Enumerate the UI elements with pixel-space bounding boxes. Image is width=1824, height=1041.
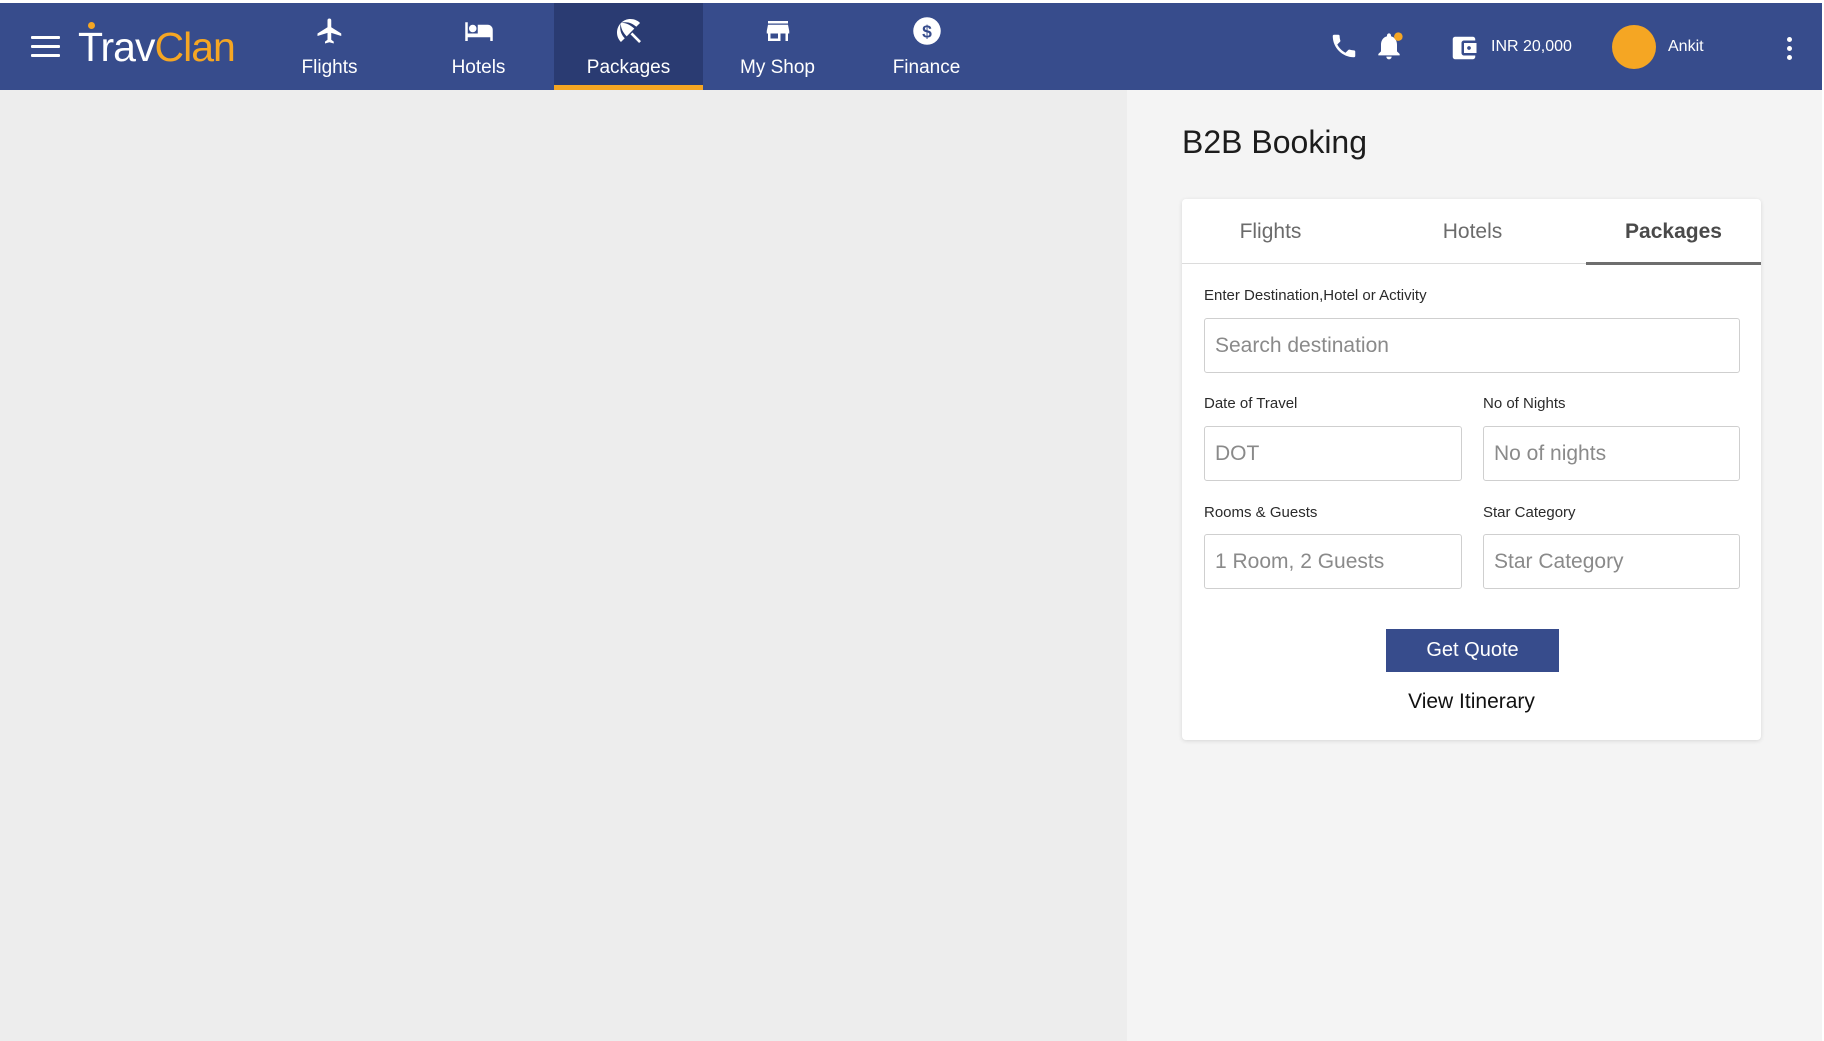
date-of-travel-input[interactable] xyxy=(1204,426,1462,481)
destination-search-input[interactable] xyxy=(1204,318,1740,373)
star-category-input[interactable] xyxy=(1483,534,1740,589)
wallet-icon[interactable] xyxy=(1449,33,1479,68)
booking-tab-flights[interactable]: Flights xyxy=(1182,199,1359,264)
phone-icon[interactable] xyxy=(1329,31,1359,66)
get-quote-button[interactable]: Get Quote xyxy=(1386,629,1559,672)
map-placeholder-panel xyxy=(0,90,1127,1041)
nav-tab-my-shop[interactable]: My Shop xyxy=(703,3,852,90)
page-title: B2B Booking xyxy=(1182,124,1368,160)
destination-label: Enter Destination,Hotel or Activity xyxy=(1204,287,1427,304)
travclan-logo[interactable]: Trav Clan xyxy=(78,21,236,71)
booking-card: Flights Hotels Packages Enter Destinatio… xyxy=(1182,199,1761,740)
nav-tab-label: Finance xyxy=(892,57,961,78)
nav-tab-hotels[interactable]: Hotels xyxy=(404,3,553,90)
rooms-guests-input[interactable] xyxy=(1204,534,1462,589)
nav-tab-flights[interactable]: Flights xyxy=(255,3,404,90)
rooms-guests-label: Rooms & Guests xyxy=(1204,504,1318,521)
nav-tab-packages[interactable]: Packages xyxy=(554,3,703,90)
logo-text-clan: Clan xyxy=(154,24,235,70)
svg-text:$: $ xyxy=(922,21,932,41)
airplane-icon xyxy=(313,14,347,48)
wallet-balance[interactable]: INR 20,000 xyxy=(1491,38,1572,56)
star-category-label: Star Category xyxy=(1483,504,1576,521)
user-avatar[interactable] xyxy=(1612,25,1656,69)
booking-tab-hotels[interactable]: Hotels xyxy=(1359,199,1586,264)
bed-icon xyxy=(462,14,496,48)
nights-label: No of Nights xyxy=(1483,395,1566,412)
date-of-travel-label: Date of Travel xyxy=(1204,395,1298,412)
logo-text-trav: Trav xyxy=(78,22,155,70)
booking-tabs: Flights Hotels Packages xyxy=(1182,199,1761,265)
booking-tab-packages[interactable]: Packages xyxy=(1586,199,1761,265)
nav-tab-finance[interactable]: $ Finance xyxy=(852,3,1001,90)
view-itinerary-link[interactable]: View Itinerary xyxy=(1182,690,1761,714)
nights-input[interactable] xyxy=(1483,426,1740,481)
dollar-circle-icon: $ xyxy=(910,14,944,48)
beach-umbrella-icon xyxy=(612,14,646,48)
storefront-icon xyxy=(761,14,795,48)
notification-bell-icon[interactable] xyxy=(1373,30,1405,67)
nav-tab-label: Packages xyxy=(586,57,671,78)
user-name[interactable]: Ankit xyxy=(1668,38,1704,56)
nav-tab-label: Hotels xyxy=(451,57,506,78)
top-navbar: Trav Clan Flights Hotels Packages My Shop… xyxy=(0,3,1824,90)
hamburger-menu-icon[interactable] xyxy=(31,36,60,58)
nav-tab-label: Flights xyxy=(301,57,358,78)
more-options-icon[interactable] xyxy=(1785,37,1793,61)
nav-tab-label: My Shop xyxy=(740,57,815,78)
